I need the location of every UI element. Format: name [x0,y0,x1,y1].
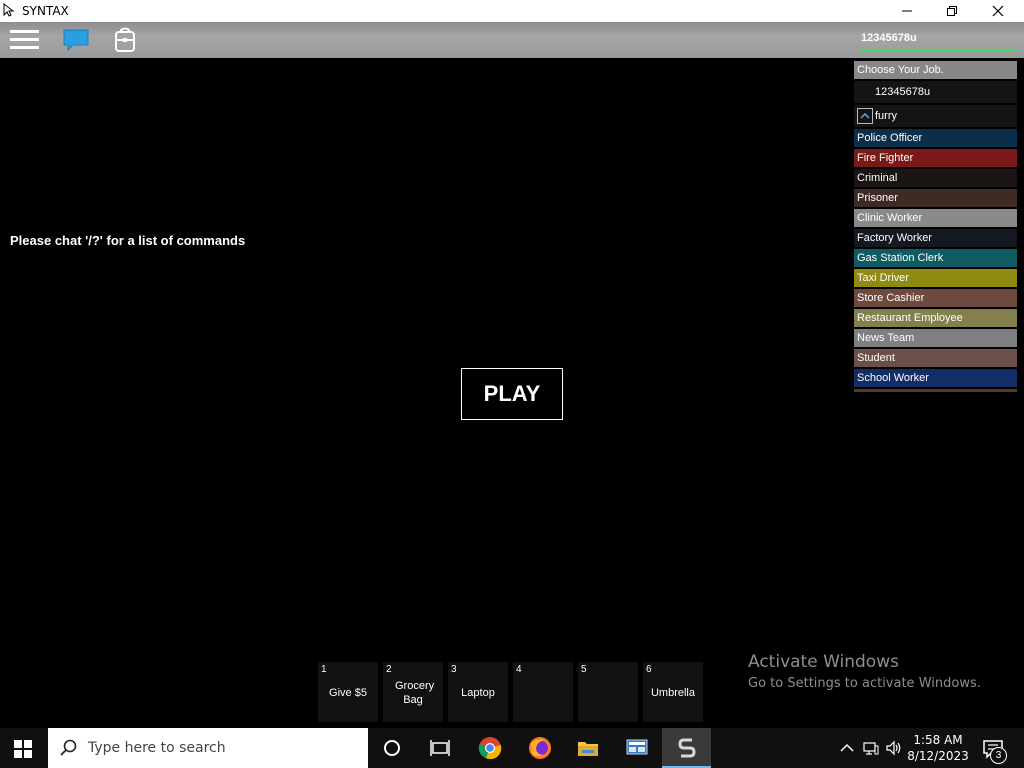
firefox-icon[interactable] [528,736,552,760]
minimize-icon [902,10,912,12]
job-item-store-cashier[interactable]: Store Cashier [854,289,1017,307]
activate-windows-subtitle: Go to Settings to activate Windows. [748,676,981,691]
job-item-taxi-driver[interactable]: Taxi Driver [854,269,1017,287]
hotbar-slot-5[interactable]: 5 [578,662,638,722]
cortana-icon[interactable] [380,736,404,760]
task-view-icon[interactable] [428,736,452,760]
hotbar-slot-4[interactable]: 4 [513,662,573,722]
notification-count-badge: 3 [990,747,1007,764]
chat-icon[interactable] [62,28,90,52]
job-panel-player[interactable]: 12345678u [854,81,1017,103]
hotbar-slot-number: 2 [386,664,392,675]
app-icon [3,3,15,17]
search-placeholder: Type here to search [88,740,226,756]
job-list: Police Officer Fire Fighter Criminal Prison… [854,129,1017,387]
close-icon [992,5,1004,17]
job-item-factory-worker[interactable]: Factory Worker [854,229,1017,247]
job-panel-team[interactable]: furry [854,105,1017,127]
hotbar-slot-label: Grocery Bag [395,680,435,706]
search-icon [60,739,77,756]
job-item-police-officer[interactable]: Police Officer [854,129,1017,147]
syntax-taskbar-button[interactable] [662,728,711,768]
activate-windows-title: Activate Windows [748,652,899,672]
health-bar [860,49,1017,52]
taskbar-search-box[interactable]: Type here to search [48,728,368,768]
hotbar-slot-1[interactable]: 1 Give $5 [318,662,378,722]
menu-icon[interactable] [10,29,40,51]
window-title: SYNTAX [22,4,69,18]
windows-start-icon[interactable] [14,740,32,758]
minimize-button[interactable] [885,0,930,22]
hotbar-slot-6[interactable]: 6 Umbrella [643,662,703,722]
hotbar-slot-number: 1 [321,664,327,675]
hotbar-slot-label: Umbrella [650,687,695,699]
hotbar-slot-2[interactable]: 2 Grocery Bag [383,662,443,722]
hotbar-slot-3[interactable]: 3 Laptop [448,662,508,722]
control-panel-icon[interactable] [625,736,649,760]
backpack-icon[interactable] [114,27,136,53]
team-label: furry [875,110,897,122]
game-top-bar: 12345678u [0,22,1024,58]
hotbar-slot-number: 3 [451,664,457,675]
job-item-news-team[interactable]: News Team [854,329,1017,347]
chevron-up-icon[interactable] [839,740,855,756]
chrome-icon[interactable] [478,736,502,760]
close-button[interactable] [976,0,1021,22]
window-title-bar: SYNTAX [0,0,1024,22]
taskbar: Type here to search 1:58 AM 8/12/2023 3 [0,728,1024,768]
job-panel-header: Choose Your Job. [854,61,1017,79]
job-item-school-worker[interactable]: School Worker [854,369,1017,387]
restore-button[interactable] [930,0,975,22]
play-button[interactable]: PLAY [461,368,563,420]
hotbar-slot-label: Give $5 [329,687,367,699]
player-name[interactable]: 12345678u [861,32,917,44]
volume-icon[interactable] [886,740,902,756]
hotbar-slot-label: Laptop [461,687,495,699]
clock-date: 8/12/2023 [907,749,969,763]
job-item-restaurant-employee[interactable]: Restaurant Employee [854,309,1017,327]
taskbar-clock[interactable]: 1:58 AM 8/12/2023 [905,732,971,764]
clock-time: 1:58 AM [913,733,963,747]
hotbar-slot-number: 4 [516,664,522,675]
job-item-gas-station-clerk[interactable]: Gas Station Clerk [854,249,1017,267]
syntax-app-icon [678,738,696,758]
team-icon [857,108,873,124]
hotbar: 1 Give $5 2 Grocery Bag 3 Laptop 4 5 6 Umbrella [318,662,708,724]
job-item-clinic-worker[interactable]: Clinic Worker [854,209,1017,227]
hotbar-slot-number: 6 [646,664,652,675]
job-item-criminal[interactable]: Criminal [854,169,1017,187]
job-item-prisoner[interactable]: Prisoner [854,189,1017,207]
restore-icon [947,6,957,16]
hotbar-slot-number: 5 [581,664,587,675]
activate-windows-watermark: Activate Windows Go to Settings to activ… [748,652,981,691]
command-hint: Please chat '/?' for a list of commands [10,233,246,248]
file-explorer-icon[interactable] [576,736,600,760]
job-list-overflow [854,389,1017,392]
job-panel: Choose Your Job. 12345678u furry Police … [854,61,1017,392]
network-icon[interactable] [863,740,879,756]
job-item-student[interactable]: Student [854,349,1017,367]
job-item-fire-fighter[interactable]: Fire Fighter [854,149,1017,167]
